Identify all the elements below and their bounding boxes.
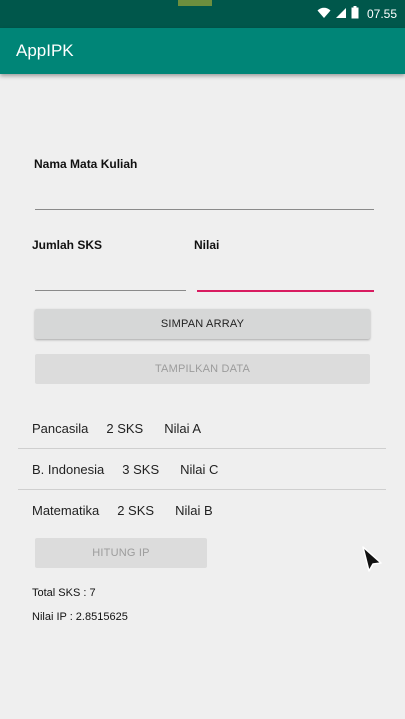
sks-input[interactable] [35,264,186,291]
signal-icon [335,7,347,22]
list-item-grade: Nilai C [180,462,219,477]
grade-label: Nilai [194,238,220,252]
list-item-sks: 2 SKS [117,503,155,518]
status-bar: 07.55 [0,0,405,28]
course-name-input[interactable] [35,183,374,210]
list-item-course: Pancasila [32,421,89,436]
battery-icon [351,6,359,22]
calculate-ip-button[interactable]: HITUNG IP [35,538,207,568]
list-item-course: B. Indonesia [32,462,105,477]
app-bar: AppIPK [0,28,405,74]
app-title: AppIPK [16,41,74,60]
save-array-button[interactable]: SIMPAN ARRAY [35,309,370,339]
ip-value-text: Nilai IP : 2.8515625 [32,611,128,623]
status-notch [178,0,212,6]
mouse-cursor-icon [360,545,384,578]
status-time: 07.55 [366,7,397,21]
grade-input[interactable] [197,264,374,292]
list-item[interactable]: B. Indonesia 3 SKS Nilai C [18,449,386,490]
sks-label: Jumlah SKS [32,238,103,252]
status-icons: 07.55 [317,6,397,22]
list-item-course: Matematika [32,503,100,518]
list-item[interactable]: Matematika 2 SKS Nilai B [18,490,386,531]
list-item-sks: 3 SKS [122,462,160,477]
list-item[interactable]: Pancasila 2 SKS Nilai A [18,408,386,449]
wifi-icon [317,7,331,22]
list-item-sks: 2 SKS [106,421,144,436]
show-data-button[interactable]: TAMPILKAN DATA [35,354,370,384]
list-item-grade: Nilai A [164,421,202,436]
total-sks-text: Total SKS : 7 [32,587,96,599]
list-item-grade: Nilai B [175,503,213,518]
course-name-label: Nama Mata Kuliah [34,157,138,171]
